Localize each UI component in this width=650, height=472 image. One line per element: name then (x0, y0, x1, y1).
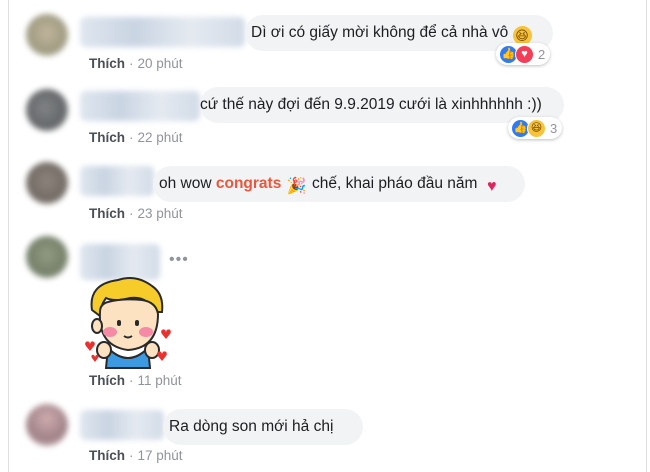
comment-meta: Thích · 17 phút (89, 448, 183, 463)
avatar[interactable] (26, 89, 68, 131)
reaction-summary[interactable]: 👍 ♥ 2 (496, 43, 551, 65)
comment-meta: Thích · 20 phút (89, 56, 183, 71)
comment-bubble: oh wow congrats 🎉 chế, khai pháo đầu năm… (153, 166, 525, 202)
timestamp[interactable]: 11 phút (138, 373, 182, 388)
like-link[interactable]: Thích (89, 56, 125, 71)
avatar[interactable] (26, 236, 68, 278)
comment-meta: Thích · 23 phút (89, 206, 183, 221)
comment-bubble: cứ thế này đợi đến 9.9.2019 cưới là xinh… (200, 87, 564, 123)
more-options-icon[interactable]: ••• (169, 251, 189, 269)
like-link[interactable]: Thích (89, 448, 125, 463)
comment-text-end: chế, khai pháo đầu năm (311, 175, 478, 192)
avatar[interactable] (26, 404, 68, 446)
commenter-name[interactable] (80, 410, 164, 440)
comment-meta: Thích · 11 phút (89, 373, 182, 388)
timestamp[interactable]: 23 phút (138, 206, 183, 221)
left-border (8, 0, 9, 472)
love-icon: ♥ (515, 44, 534, 64)
haha-icon: 😆 (527, 118, 546, 138)
comment-text: Ra dòng son mới hả chị (169, 418, 334, 435)
heart-icon: ♥ (486, 178, 497, 195)
timestamp[interactable]: 17 phút (138, 448, 183, 463)
avatar[interactable] (26, 14, 68, 56)
commenter-name[interactable] (80, 166, 154, 196)
reaction-count: 3 (550, 120, 558, 136)
like-link[interactable]: Thích (89, 206, 125, 221)
comment-bubble: Ra dòng son mới hả chị (163, 409, 363, 445)
comment-text: Dì ơi có giấy mời không để cả nhà vô (251, 24, 509, 41)
comment-meta: Thích · 22 phút (89, 130, 183, 145)
timestamp[interactable]: 22 phút (138, 130, 183, 145)
like-link[interactable]: Thích (89, 373, 125, 388)
comment-text: oh wow congrats 🎉 chế, khai pháo đầu năm… (153, 175, 502, 195)
party-popper-icon: 🎉 (286, 178, 307, 195)
reaction-count: 2 (538, 46, 546, 62)
highlighted-word: congrats (215, 175, 282, 192)
comment-text: cứ thế này đợi đến 9.9.2019 cưới là xinh… (200, 96, 542, 113)
boy-sticker (85, 277, 171, 369)
avatar[interactable] (26, 162, 68, 204)
commenter-name[interactable] (80, 17, 245, 47)
commenter-name[interactable] (80, 91, 200, 121)
right-border (646, 0, 647, 472)
timestamp[interactable]: 20 phút (138, 56, 183, 71)
reaction-summary[interactable]: 👍 😆 3 (508, 117, 563, 139)
like-link[interactable]: Thích (89, 130, 125, 145)
comment-text-start: oh wow (159, 175, 212, 192)
